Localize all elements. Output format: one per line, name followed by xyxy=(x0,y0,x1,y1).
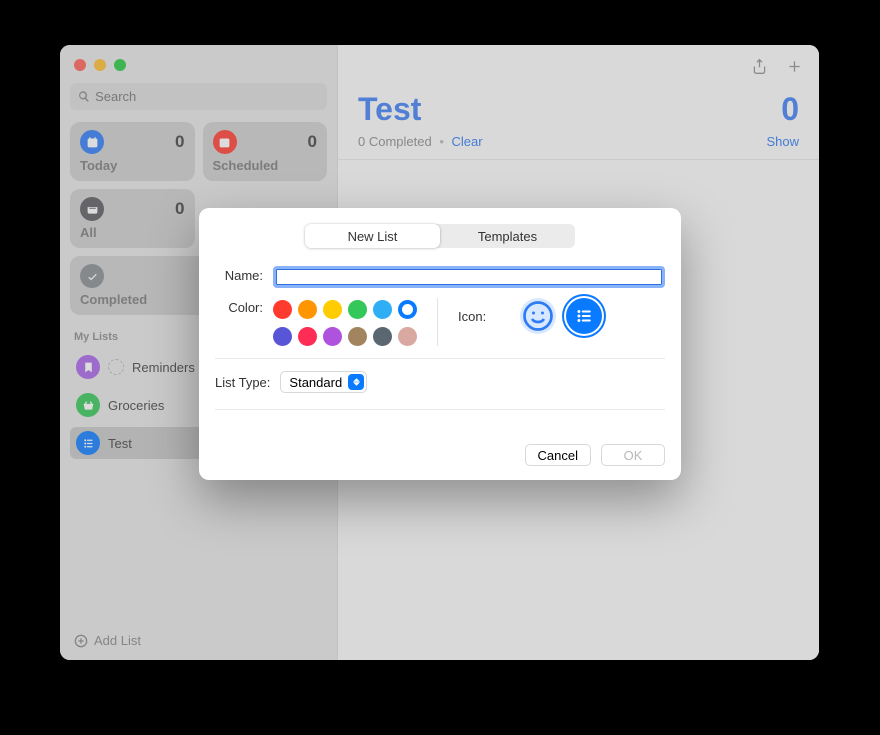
vertical-divider xyxy=(437,298,438,346)
window-controls xyxy=(70,55,327,77)
main-toolbar xyxy=(338,45,819,87)
search-icon xyxy=(78,90,90,103)
add-list-label: Add List xyxy=(94,633,141,648)
chevron-updown-icon xyxy=(348,374,364,390)
list-type-select[interactable]: Standard xyxy=(280,371,367,393)
color-swatch[interactable] xyxy=(373,327,392,346)
all-count: 0 xyxy=(175,199,184,219)
divider xyxy=(215,409,665,410)
today-count: 0 xyxy=(175,132,184,152)
tab-templates[interactable]: Templates xyxy=(440,224,575,248)
search-input[interactable] xyxy=(95,89,319,104)
color-swatch[interactable] xyxy=(323,327,342,346)
list-label: Groceries xyxy=(108,398,164,413)
icon-option-list[interactable] xyxy=(566,298,602,334)
name-row: Name: xyxy=(215,266,665,288)
color-swatch[interactable] xyxy=(273,300,292,319)
search-field[interactable] xyxy=(70,83,327,110)
completed-text: 0 Completed xyxy=(358,134,432,149)
basket-icon xyxy=(76,393,100,417)
list-label: Reminders xyxy=(132,360,195,375)
checkmark-icon xyxy=(80,264,104,288)
calendar-icon xyxy=(80,130,104,154)
icon-label: Icon: xyxy=(458,309,486,324)
smiley-icon xyxy=(520,298,556,334)
color-icon-row: Color: Icon: xyxy=(215,298,665,346)
icon-chooser: Icon: xyxy=(458,298,602,334)
icon-option-emoji[interactable] xyxy=(520,298,556,334)
today-label: Today xyxy=(80,158,185,173)
color-swatch[interactable] xyxy=(398,327,417,346)
loading-icon xyxy=(108,359,124,375)
add-list-button[interactable]: Add List xyxy=(70,625,327,656)
list-label: Test xyxy=(108,436,132,451)
color-swatch[interactable] xyxy=(323,300,342,319)
zoom-window-button[interactable] xyxy=(114,59,126,71)
plus-icon[interactable] xyxy=(786,58,803,75)
scheduled-count: 0 xyxy=(308,132,317,152)
completed-summary: 0 Completed • Clear xyxy=(358,134,483,149)
divider xyxy=(215,358,665,359)
dialog-tabs: New List Templates xyxy=(305,224,575,248)
smart-list-all[interactable]: 0 All xyxy=(70,189,195,248)
color-swatches xyxy=(273,298,417,346)
list-type-value: Standard xyxy=(289,375,342,390)
show-button[interactable]: Show xyxy=(766,134,799,149)
scheduled-label: Scheduled xyxy=(213,158,318,173)
tray-icon xyxy=(80,197,104,221)
name-label: Name: xyxy=(215,266,263,283)
minimize-window-button[interactable] xyxy=(94,59,106,71)
clear-button[interactable]: Clear xyxy=(452,134,483,149)
color-swatch[interactable] xyxy=(398,300,417,319)
bookmark-icon xyxy=(76,355,100,379)
color-swatch[interactable] xyxy=(348,300,367,319)
name-input[interactable] xyxy=(273,266,665,288)
all-label: All xyxy=(80,225,185,240)
separator-dot: • xyxy=(439,134,444,149)
list-type-label: List Type: xyxy=(215,375,270,390)
list-count: 0 xyxy=(781,91,799,128)
tab-new-list[interactable]: New List xyxy=(305,224,440,248)
calendar-icon xyxy=(213,130,237,154)
list-header: Test 0 xyxy=(338,87,819,130)
plus-circle-icon xyxy=(74,634,88,648)
list-type-row: List Type: Standard xyxy=(215,371,665,393)
color-label: Color: xyxy=(215,298,263,315)
color-swatch[interactable] xyxy=(373,300,392,319)
dialog-footer: Cancel OK xyxy=(215,444,665,466)
color-swatch[interactable] xyxy=(298,327,317,346)
color-swatch[interactable] xyxy=(348,327,367,346)
cancel-button[interactable]: Cancel xyxy=(525,444,591,466)
list-bullet-icon xyxy=(575,307,593,325)
color-swatch[interactable] xyxy=(298,300,317,319)
ok-button[interactable]: OK xyxy=(601,444,665,466)
close-window-button[interactable] xyxy=(74,59,86,71)
smart-list-today[interactable]: 0 Today xyxy=(70,122,195,181)
color-swatch[interactable] xyxy=(273,327,292,346)
list-subheader: 0 Completed • Clear Show xyxy=(338,130,819,160)
list-title: Test xyxy=(358,91,421,128)
share-icon[interactable] xyxy=(751,58,768,75)
smart-list-scheduled[interactable]: 0 Scheduled xyxy=(203,122,328,181)
new-list-dialog: New List Templates Name: Color: Icon: xyxy=(199,208,681,480)
list-icon xyxy=(76,431,100,455)
